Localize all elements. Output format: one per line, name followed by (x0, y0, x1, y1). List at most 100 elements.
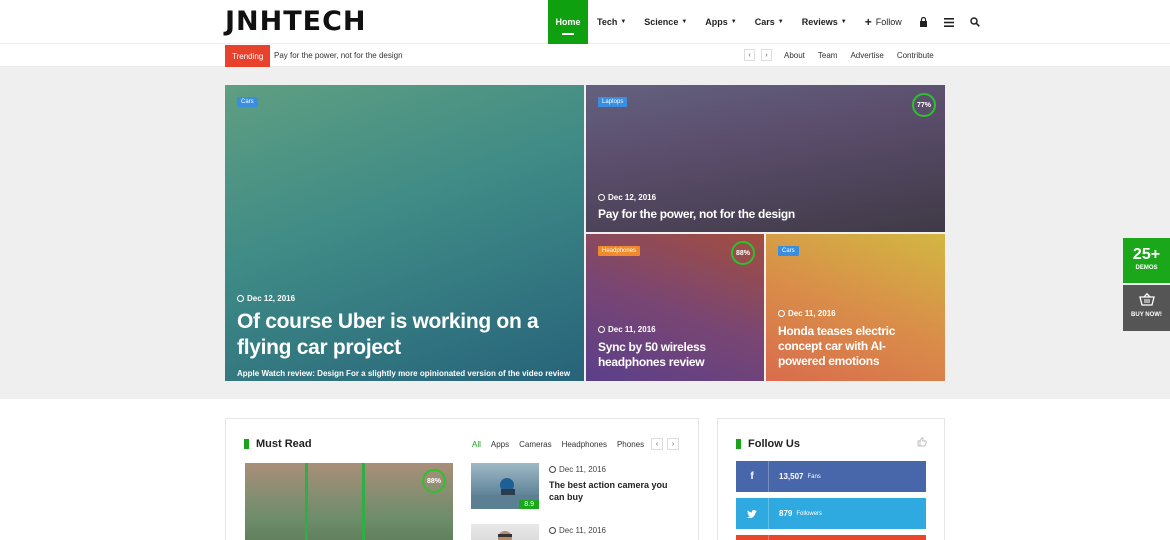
clock-icon (237, 295, 244, 302)
post-date: Dec 11, 2016 (549, 465, 606, 474)
post-date: Dec 11, 2016 (598, 325, 656, 334)
social-count: 13,507 (779, 472, 804, 481)
follow-button[interactable]: + Follow (856, 0, 911, 44)
post-date: Dec 12, 2016 (598, 193, 656, 202)
nav-label: Reviews (801, 17, 838, 27)
category-badge[interactable]: Cars (237, 97, 258, 107)
date-text: Dec 11, 2016 (788, 309, 836, 318)
trending-headline[interactable]: Pay for the power, not for the design (274, 51, 403, 60)
tab-all[interactable]: All (472, 440, 481, 449)
review-score: 88% (731, 241, 755, 265)
post-title[interactable]: Honda teases electric concept car with A… (778, 324, 928, 369)
social-label: Fans (807, 473, 821, 480)
top-link-about[interactable]: About (784, 51, 805, 60)
nav-label: Tech (597, 17, 618, 27)
category-badge[interactable]: Cars (778, 246, 799, 256)
trending-prev-button[interactable]: ‹ (744, 49, 755, 61)
tab-headphones[interactable]: Headphones (562, 440, 607, 449)
next-button[interactable]: › (667, 438, 679, 450)
twitter-icon (736, 498, 769, 529)
post-thumbnail[interactable]: 8.9 (471, 463, 539, 509)
social-label: Followers (796, 510, 823, 517)
post-title[interactable]: Pay for the power, not for the design (598, 207, 928, 222)
nav-label: Home (555, 17, 581, 27)
trending-next-button[interactable]: › (761, 49, 772, 61)
buy-now-label: BUY NOW! (1131, 312, 1162, 318)
social-count: 879 (779, 509, 793, 518)
top-link-contribute[interactable]: Contribute (897, 51, 934, 60)
review-score: 8.9 (519, 500, 539, 509)
date-text: Dec 11, 2016 (559, 526, 606, 535)
section-title: Must Read (244, 438, 312, 450)
clock-icon (549, 527, 556, 534)
site-header: JNHTECH Home Tech ▼ Science ▼ Apps ▼ Cars ▼ … (0, 0, 1170, 44)
prev-button[interactable]: ‹ (651, 438, 663, 450)
nav-item-cars[interactable]: Cars ▼ (746, 0, 793, 44)
trending-bar: Trending Pay for the power, not for the … (0, 45, 1170, 67)
post-date: Dec 11, 2016 (778, 309, 836, 318)
clock-icon (598, 194, 605, 201)
date-text: Dec 11, 2016 (559, 465, 606, 474)
youtube-icon (736, 535, 769, 540)
nav-item-tech[interactable]: Tech ▼ (588, 0, 635, 44)
caret-down-icon: ▼ (840, 19, 847, 25)
nav-item-reviews[interactable]: Reviews ▼ (793, 0, 856, 44)
featured-tile-laptop[interactable]: Laptops 77% Dec 12, 2016 Pay for the pow… (586, 85, 945, 232)
review-score: 77% (912, 93, 936, 117)
demos-widget[interactable]: 25+ DEMOS (1123, 238, 1170, 283)
caret-down-icon: ▼ (730, 19, 737, 25)
trending-label: Trending (225, 45, 271, 67)
post-title[interactable]: Of course Uber is working on a flying ca… (237, 309, 547, 362)
clock-icon (598, 326, 605, 333)
must-read-section: Must Read All Apps Cameras Headphones Ph… (225, 418, 699, 540)
follow-label: Follow (875, 17, 902, 27)
featured-tile-honda[interactable]: Cars Dec 11, 2016 Honda teases electric … (766, 234, 945, 381)
tab-apps[interactable]: Apps (491, 440, 509, 449)
twitter-follow-button[interactable]: 879 Followers (736, 498, 926, 529)
buy-now-widget[interactable]: BUY NOW! (1123, 285, 1170, 331)
title-text: Must Read (256, 438, 312, 450)
category-badge[interactable]: Headphones (598, 246, 641, 256)
caret-down-icon: ▼ (681, 19, 688, 25)
nav-item-home[interactable]: Home (548, 0, 588, 44)
section-title: Follow Us (736, 438, 800, 450)
nav-label: Apps (705, 17, 728, 27)
featured-tile-uber[interactable]: Cars Dec 12, 2016 Of course Uber is work… (225, 85, 584, 381)
post-excerpt: Apple Watch review: Design For a slightl… (237, 369, 571, 381)
featured-grid: Cars Dec 12, 2016 Of course Uber is work… (0, 67, 1170, 399)
site-logo[interactable]: JNHTECH (225, 6, 367, 37)
accent-bar (244, 439, 249, 449)
caret-down-icon: ▼ (777, 19, 784, 25)
youtube-follow-button[interactable] (736, 535, 926, 540)
post-date: Dec 12, 2016 (237, 294, 295, 303)
post-title[interactable]: Sync by 50 wireless headphones review (598, 340, 743, 370)
tab-phones[interactable]: Phones (617, 440, 644, 449)
thumbs-up-icon (917, 437, 927, 450)
nav-item-apps[interactable]: Apps ▼ (696, 0, 745, 44)
date-text: Dec 12, 2016 (608, 193, 657, 202)
plus-icon: + (864, 15, 872, 29)
follow-us-section: Follow Us f 13,507 Fans 879 Followers (717, 418, 945, 540)
top-link-advertise[interactable]: Advertise (850, 51, 883, 60)
featured-tile-headphones[interactable]: Headphones 88% Dec 11, 2016 Sync by 50 w… (586, 234, 764, 381)
menu-icon[interactable] (936, 0, 962, 44)
title-text: Follow Us (748, 438, 800, 450)
facebook-follow-button[interactable]: f 13,507 Fans (736, 461, 926, 492)
post-title[interactable]: The best action camera you can buy (549, 479, 679, 503)
featured-post-image[interactable]: 88% (245, 463, 453, 540)
lock-icon[interactable] (911, 0, 936, 44)
must-read-tabs: All Apps Cameras Headphones Phones (472, 440, 644, 449)
date-text: Dec 12, 2016 (247, 294, 296, 303)
top-link-team[interactable]: Team (818, 51, 838, 60)
nav-item-science[interactable]: Science ▼ (635, 0, 696, 44)
main-nav: Home Tech ▼ Science ▼ Apps ▼ Cars ▼ Reviews ▼… (548, 0, 988, 44)
nav-label: Science (644, 17, 679, 27)
clock-icon (778, 310, 785, 317)
search-icon[interactable] (962, 0, 988, 44)
basket-icon (1123, 292, 1170, 309)
accent-bar (736, 439, 741, 449)
post-thumbnail[interactable] (471, 524, 539, 540)
category-badge[interactable]: Laptops (598, 97, 628, 107)
tab-cameras[interactable]: Cameras (519, 440, 551, 449)
facebook-icon: f (736, 461, 769, 492)
